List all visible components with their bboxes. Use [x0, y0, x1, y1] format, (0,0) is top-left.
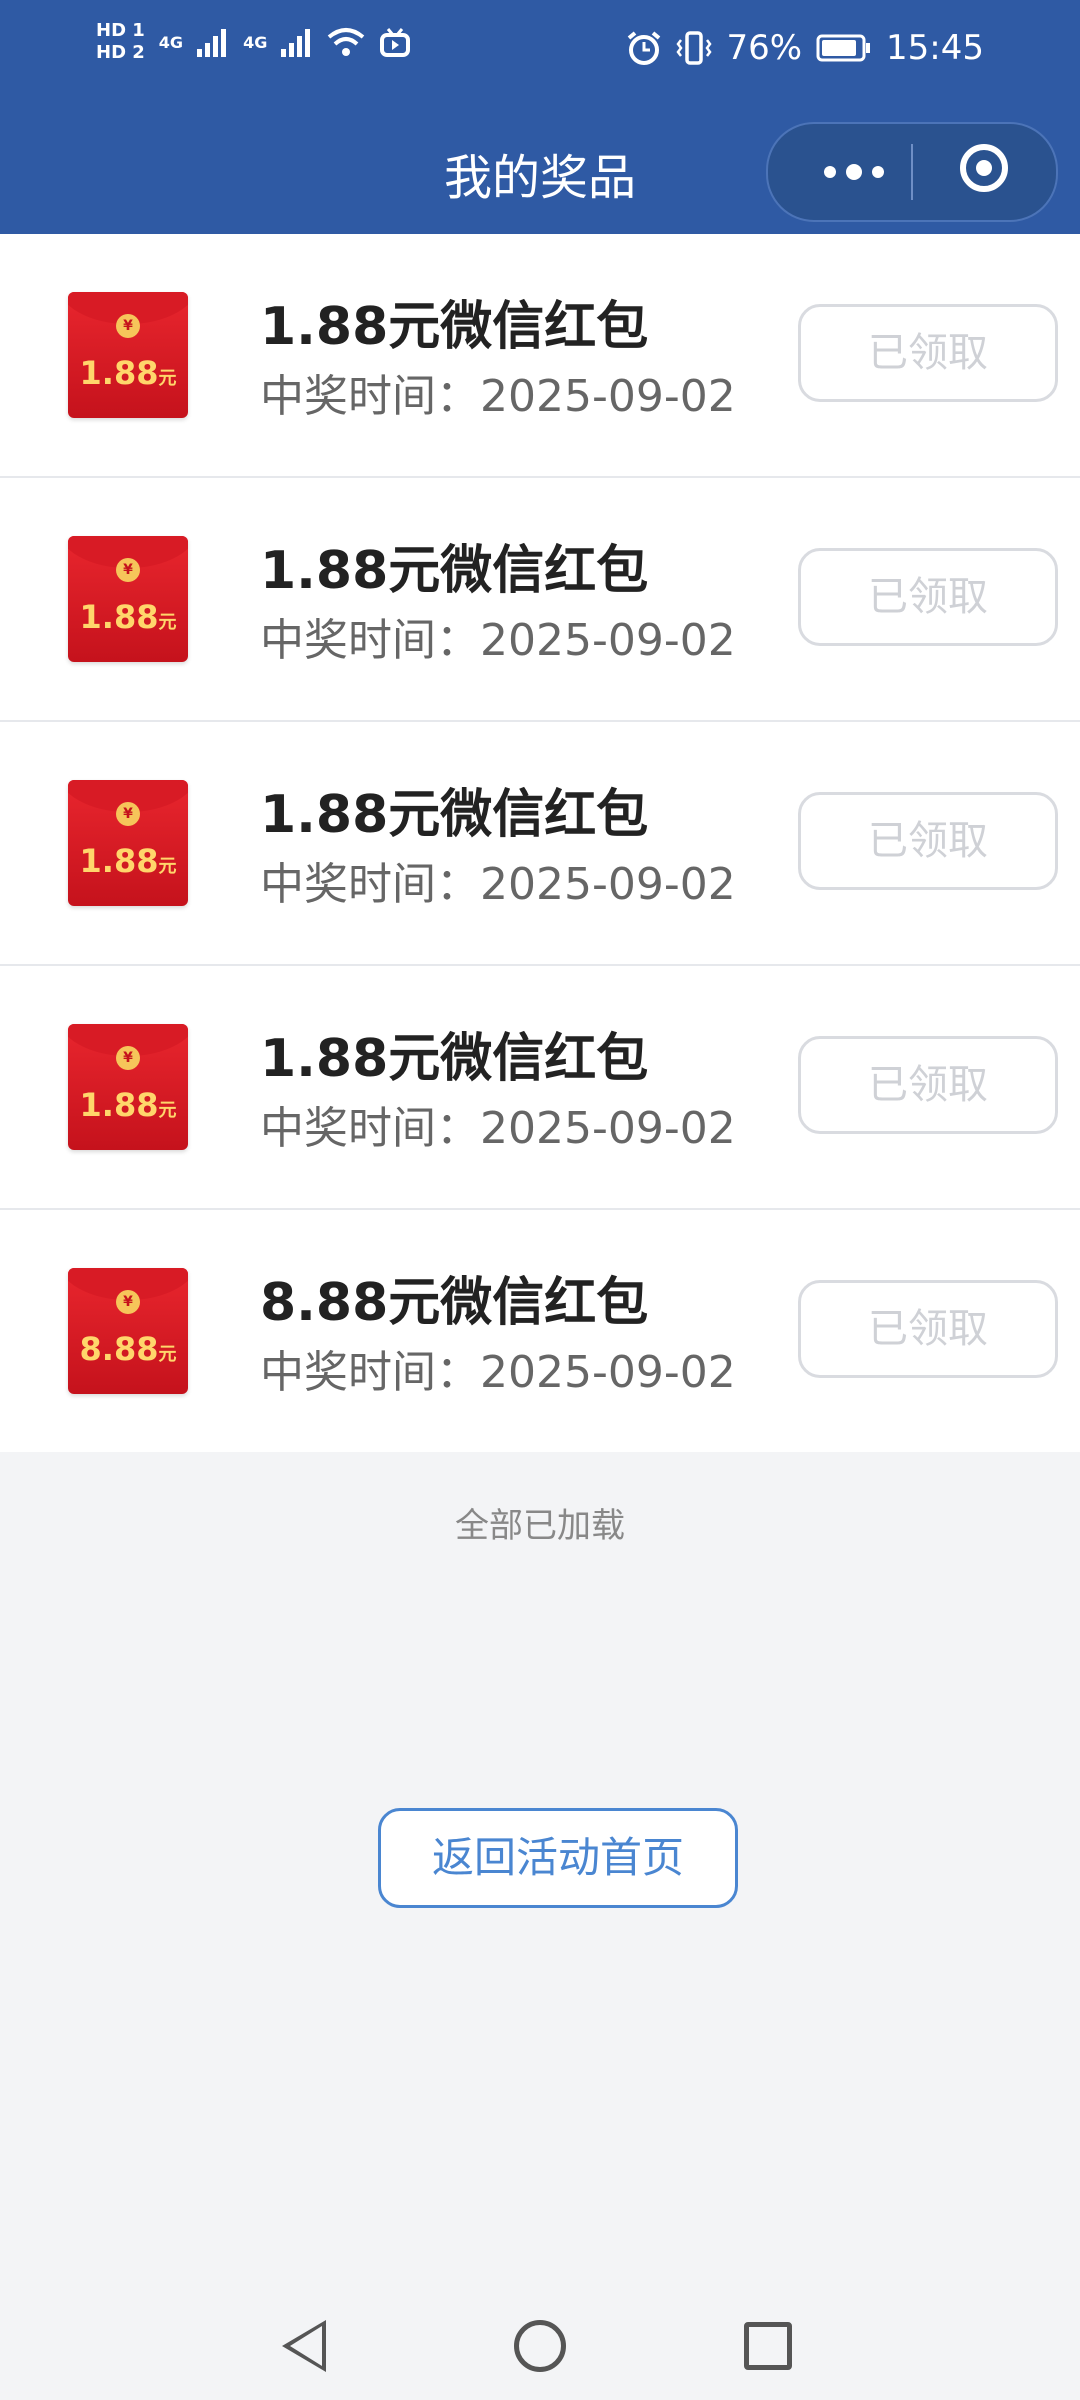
envelope-amount-value: 1.88	[79, 1086, 159, 1124]
coin-icon: ¥	[116, 314, 140, 338]
prize-item: ¥ 1.88元 1.88元微信红包 中奖时间：2025-09-02 已领取	[0, 234, 1080, 478]
net1-label: 4G	[158, 32, 184, 52]
wifi-icon	[328, 28, 365, 56]
clock: 15:45	[886, 28, 984, 68]
claimed-button[interactable]: 已领取	[798, 1036, 1058, 1134]
list-end-text: 全部已加载	[455, 1506, 625, 1546]
status-bar-right: 76% 15:45	[626, 28, 984, 68]
envelope-amount-value: 1.88	[79, 354, 159, 392]
envelope-amount-unit: 元	[158, 1344, 177, 1365]
red-envelope-icon: ¥ 1.88元	[68, 1024, 188, 1150]
envelope-amount: 1.88元	[68, 842, 188, 880]
prize-title: 1.88元微信红包	[260, 1029, 649, 1089]
signal-icon-2	[281, 29, 311, 57]
status-bar: HD 1 HD 2 4G 4G 76% 15:45	[0, 0, 1080, 104]
prize-item: ¥ 1.88元 1.88元微信红包 中奖时间：2025-09-02 已领取	[0, 966, 1080, 1210]
home-circle-icon[interactable]	[514, 2320, 566, 2372]
more-dot-icon	[872, 166, 884, 178]
red-envelope-icon: ¥ 1.88元	[68, 780, 188, 906]
back-triangle-icon[interactable]	[282, 2320, 326, 2372]
envelope-amount-unit: 元	[158, 1100, 177, 1121]
prize-date: 中奖时间：2025-09-02	[260, 371, 736, 422]
prize-title: 1.88元微信红包	[260, 785, 649, 845]
red-envelope-icon: ¥ 8.88元	[68, 1268, 188, 1394]
coin-icon: ¥	[116, 558, 140, 582]
prize-title: 1.88元微信红包	[260, 297, 649, 357]
envelope-amount: 1.88元	[68, 598, 188, 636]
sim1-label: HD 1	[96, 20, 145, 41]
battery-icon	[816, 34, 871, 62]
prize-date: 中奖时间：2025-09-02	[260, 615, 736, 666]
sim-indicators: HD 1 HD 2	[96, 20, 145, 64]
prize-item: ¥ 1.88元 1.88元微信红包 中奖时间：2025-09-02 已领取	[0, 478, 1080, 722]
nav-bar: 我的奖品	[0, 104, 1080, 234]
prize-item: ¥ 8.88元 8.88元微信红包 中奖时间：2025-09-02 已领取	[0, 1210, 1080, 1452]
system-nav-bar	[0, 2290, 1080, 2400]
more-button[interactable]	[808, 154, 900, 190]
red-envelope-icon: ¥ 1.88元	[68, 536, 188, 662]
envelope-amount-unit: 元	[158, 856, 177, 877]
back-to-home-button[interactable]: 返回活动首页	[378, 1808, 738, 1908]
close-miniprogram-icon[interactable]	[960, 144, 1008, 192]
status-bar-left: HD 1 HD 2 4G 4G	[96, 20, 411, 64]
claimed-button[interactable]: 已领取	[798, 304, 1058, 402]
alarm-icon	[628, 31, 661, 65]
coin-icon: ¥	[116, 1046, 140, 1070]
net2-label: 4G	[243, 32, 268, 52]
sim2-label: HD 2	[96, 42, 145, 63]
coin-icon: ¥	[116, 802, 140, 826]
envelope-amount-value: 1.88	[79, 842, 159, 880]
recent-apps-square-icon[interactable]	[744, 2322, 792, 2370]
prize-date: 中奖时间：2025-09-02	[260, 1347, 736, 1398]
prize-title: 8.88元微信红包	[260, 1273, 649, 1333]
prize-date: 中奖时间：2025-09-02	[260, 859, 736, 910]
vibrate-icon	[676, 31, 712, 65]
claimed-button[interactable]: 已领取	[798, 1280, 1058, 1378]
tv-app-icon	[380, 28, 411, 57]
capsule-divider	[911, 144, 913, 200]
prize-item: ¥ 1.88元 1.88元微信红包 中奖时间：2025-09-02 已领取	[0, 722, 1080, 966]
prize-date: 中奖时间：2025-09-02	[260, 1103, 736, 1154]
battery-percent: 76%	[726, 28, 803, 68]
claimed-button[interactable]: 已领取	[798, 548, 1058, 646]
envelope-amount: 8.88元	[68, 1330, 188, 1368]
envelope-amount-value: 8.88	[79, 1330, 159, 1368]
prize-title: 1.88元微信红包	[260, 541, 649, 601]
miniprogram-capsule	[766, 122, 1058, 222]
envelope-amount-unit: 元	[158, 368, 177, 389]
more-dot-icon	[846, 164, 862, 180]
more-dot-icon	[824, 166, 836, 178]
red-envelope-icon: ¥ 1.88元	[68, 292, 188, 418]
signal-icon	[197, 29, 227, 57]
envelope-amount: 1.88元	[68, 1086, 188, 1124]
envelope-amount-value: 1.88	[79, 598, 159, 636]
coin-icon: ¥	[116, 1290, 140, 1314]
envelope-amount-unit: 元	[158, 612, 177, 633]
claimed-button[interactable]: 已领取	[798, 792, 1058, 890]
prize-list: ¥ 1.88元 1.88元微信红包 中奖时间：2025-09-02 已领取 ¥ …	[0, 234, 1080, 1452]
envelope-amount: 1.88元	[68, 354, 188, 392]
